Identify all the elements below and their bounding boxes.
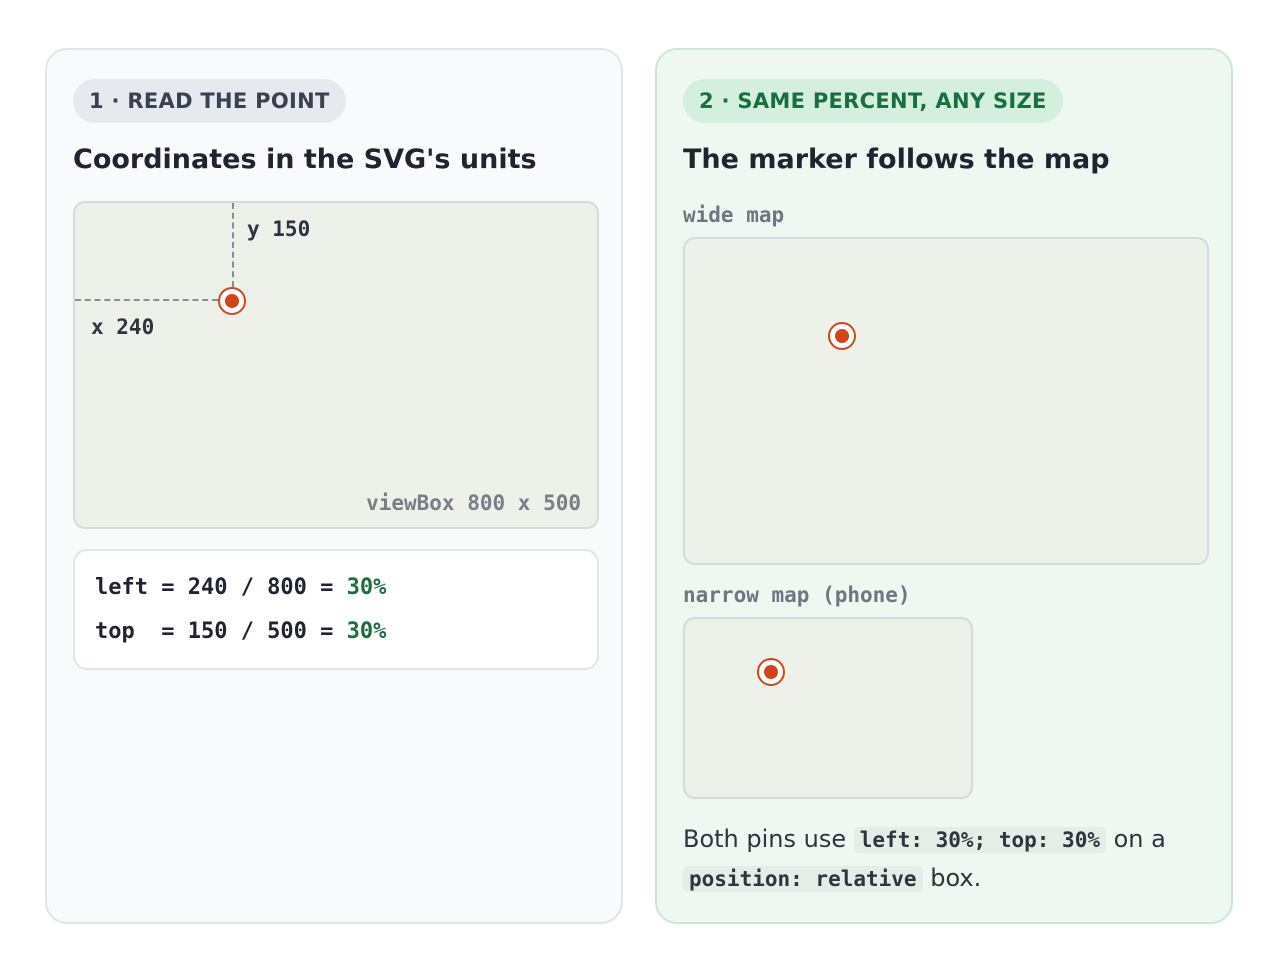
x-guide-line (75, 299, 218, 301)
step-badge: 2 · SAME PERCENT, ANY SIZE (683, 79, 1063, 123)
wide-map-label: wide map (683, 203, 785, 227)
same-percent-panel: 2 · SAME PERCENT, ANY SIZE The marker fo… (655, 48, 1233, 924)
x-coordinate-label: x 240 (91, 315, 155, 339)
percent-formula-card: left = 240 / 800 = 30% top = 150 / 500 =… (73, 549, 599, 670)
narrow-map (683, 617, 973, 799)
wide-map (683, 237, 1209, 565)
step-badge: 1 · READ THE POINT (73, 79, 346, 123)
narrow-map-label: narrow map (phone) (683, 583, 911, 607)
panel-heading: Coordinates in the SVG's units (73, 144, 537, 175)
y-coordinate-label: y 150 (247, 217, 311, 241)
map-pin-icon (756, 658, 785, 687)
top-formula: top = 150 / 500 = 30% (95, 619, 387, 644)
explanation-caption: Both pins use left: 30%; top: 30% on a p… (683, 825, 1166, 892)
svg-map-diagram: y 150 x 240 viewBox 800 x 500 (73, 201, 599, 529)
left-formula: left = 240 / 800 = 30% (95, 575, 387, 600)
viewbox-label: viewBox 800 x 500 (366, 491, 581, 515)
map-pin-icon (218, 287, 246, 315)
map-pin-icon (827, 322, 856, 351)
panel-heading: The marker follows the map (683, 144, 1110, 175)
read-the-point-panel: 1 · READ THE POINT Coordinates in the SV… (45, 48, 623, 924)
y-guide-line (232, 203, 234, 287)
